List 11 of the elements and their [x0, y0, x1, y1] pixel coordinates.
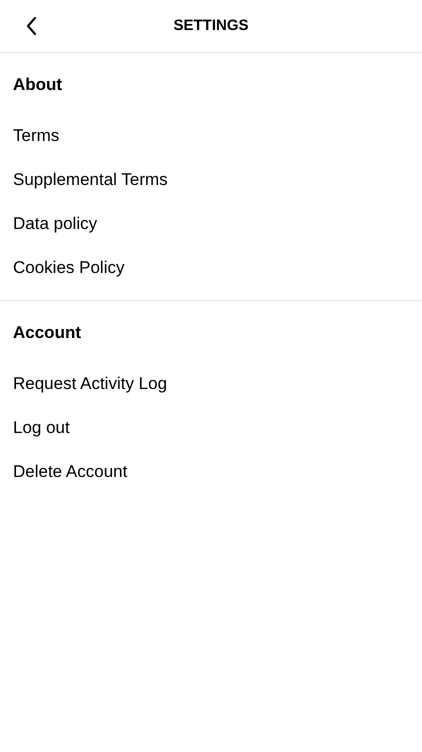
menu-item[interactable]: Log out [13, 416, 70, 440]
back-icon [25, 16, 39, 36]
menu-item[interactable]: Terms [13, 124, 60, 148]
menu-item[interactable]: Request Activity Log [13, 372, 168, 396]
menu-item[interactable]: Data policy [13, 212, 98, 236]
menu-item[interactable]: Delete Account [13, 460, 128, 484]
screen-title: SETTINGS [173, 16, 248, 36]
menu-item[interactable]: Cookies Policy [13, 256, 124, 280]
section-heading: Account [13, 322, 82, 344]
menu-item[interactable]: Supplemental Terms [13, 168, 168, 192]
section-heading: About [13, 74, 64, 96]
